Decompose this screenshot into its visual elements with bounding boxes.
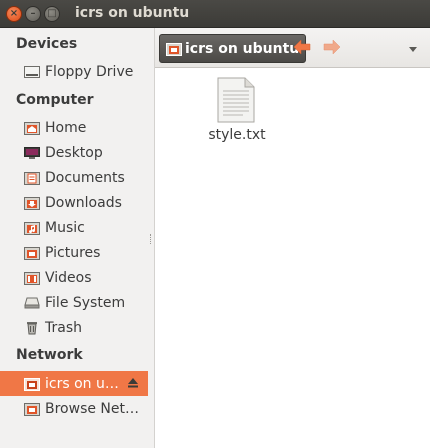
sidebar-item-videos[interactable]: Videos bbox=[0, 265, 155, 290]
sidebar-item-pictures[interactable]: Pictures bbox=[0, 240, 155, 265]
desktop-icon bbox=[24, 146, 40, 160]
network-share-icon bbox=[166, 42, 182, 56]
sidebar-item-label: Trash bbox=[45, 319, 82, 336]
forward-arrow-icon[interactable] bbox=[322, 38, 342, 56]
path-bar-button[interactable]: icrs on ubuntu bbox=[159, 34, 307, 63]
sidebar-item-documents[interactable]: Documents bbox=[0, 165, 155, 190]
path-bar-label: icrs on ubuntu bbox=[185, 40, 300, 57]
videos-folder-icon bbox=[24, 271, 40, 285]
network-share-icon bbox=[24, 377, 40, 391]
sidebar-item-browse-network[interactable]: Browse Net… bbox=[0, 396, 155, 421]
sidebar-resize-handle[interactable] bbox=[150, 234, 153, 244]
sidebar-item-floppy-drive[interactable]: Floppy Drive bbox=[0, 59, 155, 84]
sidebar-item-music[interactable]: Music bbox=[0, 215, 155, 240]
browse-network-icon bbox=[24, 402, 40, 416]
sidebar-item-label: Desktop bbox=[45, 144, 103, 161]
file-system-icon bbox=[24, 296, 40, 310]
sidebar-item-label: Home bbox=[45, 119, 87, 136]
sidebar-item-label: Documents bbox=[45, 169, 125, 186]
eject-icon[interactable] bbox=[126, 376, 140, 390]
section-header-computer: Computer bbox=[16, 92, 94, 108]
file-name[interactable]: style.txt bbox=[191, 127, 283, 143]
window-title: icrs on ubuntu bbox=[75, 5, 190, 21]
dropdown-arrow-icon[interactable] bbox=[408, 42, 418, 52]
maximize-icon: □ bbox=[47, 8, 57, 19]
section-header-devices: Devices bbox=[16, 36, 78, 52]
music-folder-icon bbox=[24, 221, 40, 235]
sidebar-item-downloads[interactable]: Downloads bbox=[0, 190, 155, 215]
downloads-folder-icon bbox=[24, 196, 40, 210]
sidebar-item-label: Music bbox=[45, 219, 85, 236]
sidebar-item-label: Floppy Drive bbox=[45, 63, 134, 80]
minimize-window-button[interactable]: – bbox=[25, 6, 41, 22]
title-bar: × – □ icrs on ubuntu bbox=[0, 0, 430, 28]
sidebar-item-home[interactable]: Home bbox=[0, 115, 155, 140]
close-window-button[interactable]: × bbox=[6, 6, 22, 22]
places-sidebar: Devices Floppy Drive Computer Home Deskt… bbox=[0, 28, 155, 448]
close-icon: × bbox=[9, 8, 19, 19]
sidebar-item-label: Browse Net… bbox=[45, 400, 140, 417]
sidebar-item-desktop[interactable]: Desktop bbox=[0, 140, 155, 165]
home-folder-icon bbox=[24, 121, 40, 135]
file-view: style.txt bbox=[155, 69, 430, 448]
text-file-icon[interactable] bbox=[217, 77, 255, 123]
trash-icon bbox=[24, 321, 40, 335]
minimize-icon: – bbox=[30, 8, 36, 19]
sidebar-item-trash[interactable]: Trash bbox=[0, 315, 155, 340]
sidebar-item-label: File System bbox=[45, 294, 126, 311]
sidebar-item-label: Videos bbox=[45, 269, 92, 286]
location-toolbar: icrs on ubuntu bbox=[155, 28, 430, 68]
back-arrow-icon[interactable] bbox=[292, 38, 312, 56]
sidebar-item-label: icrs on u… bbox=[45, 375, 119, 392]
sidebar-item-file-system[interactable]: File System bbox=[0, 290, 155, 315]
documents-folder-icon bbox=[24, 171, 40, 185]
pictures-folder-icon bbox=[24, 246, 40, 260]
section-header-network: Network bbox=[16, 347, 83, 363]
sidebar-item-label: Downloads bbox=[45, 194, 122, 211]
sidebar-item-label: Pictures bbox=[45, 244, 101, 261]
floppy-drive-icon bbox=[24, 65, 40, 79]
sidebar-item-network-share[interactable]: icrs on u… bbox=[0, 371, 148, 396]
maximize-window-button[interactable]: □ bbox=[44, 6, 60, 22]
